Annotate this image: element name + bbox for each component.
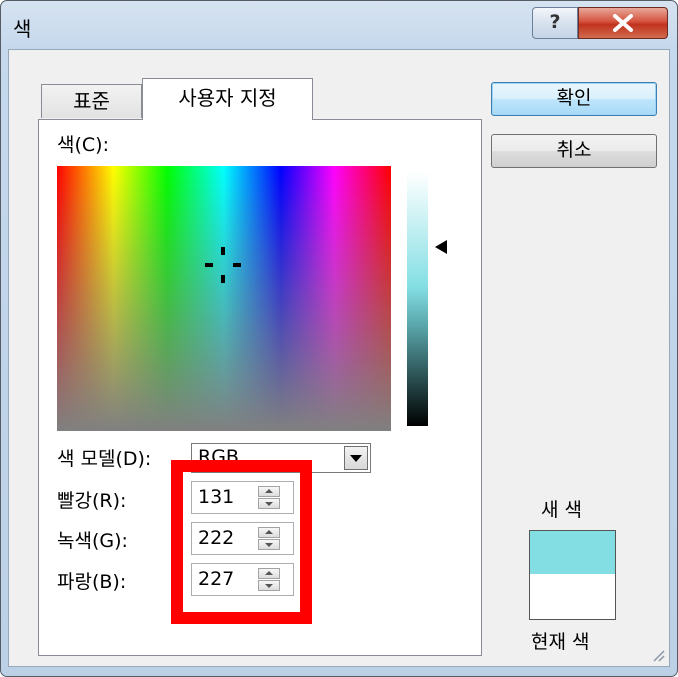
color-spectrum[interactable] bbox=[57, 166, 391, 431]
arrow-up-icon bbox=[265, 489, 273, 493]
red-stepper[interactable]: 131 bbox=[191, 481, 294, 514]
chevron-down-icon bbox=[350, 455, 362, 462]
new-color-label: 새 색 bbox=[541, 499, 582, 521]
help-icon: ? bbox=[549, 11, 561, 33]
blue-stepper[interactable]: 227 bbox=[191, 563, 294, 596]
green-increment-button[interactable] bbox=[258, 527, 280, 538]
arrow-up-icon bbox=[265, 530, 273, 534]
red-increment-button[interactable] bbox=[258, 486, 280, 497]
color-preview bbox=[529, 530, 616, 620]
title-bar[interactable]: 색 ? bbox=[1, 1, 677, 49]
crosshair-icon bbox=[205, 247, 241, 283]
window-title: 색 bbox=[13, 17, 32, 41]
close-icon bbox=[613, 14, 633, 32]
green-stepper[interactable]: 222 bbox=[191, 522, 294, 555]
current-color-label: 현재 색 bbox=[531, 631, 590, 653]
blue-label: 파랑(B): bbox=[57, 571, 127, 593]
green-label: 녹색(G): bbox=[57, 530, 128, 552]
tab-custom[interactable]: 사용자 지정 bbox=[142, 78, 313, 120]
tab-standard[interactable]: 표준 bbox=[41, 84, 142, 118]
dialog-client-area: 표준 사용자 지정 색(C): 색 모델(D): RGB 빨강(R): 131 bbox=[8, 49, 670, 667]
help-button[interactable]: ? bbox=[532, 7, 578, 39]
new-color-swatch bbox=[530, 531, 615, 574]
dropdown-button[interactable] bbox=[344, 446, 368, 470]
arrow-down-icon bbox=[265, 543, 273, 547]
red-decrement-button[interactable] bbox=[258, 498, 280, 509]
luminance-slider[interactable] bbox=[407, 172, 428, 426]
color-model-value: RGB bbox=[198, 446, 239, 468]
blue-value[interactable]: 227 bbox=[198, 568, 234, 590]
arrow-down-icon bbox=[265, 584, 273, 588]
color-label: 색(C): bbox=[57, 130, 109, 157]
green-value[interactable]: 222 bbox=[198, 527, 234, 549]
blue-decrement-button[interactable] bbox=[258, 580, 280, 591]
close-button[interactable] bbox=[578, 7, 668, 39]
red-value[interactable]: 131 bbox=[198, 486, 234, 508]
color-model-select[interactable]: RGB bbox=[191, 443, 371, 473]
resize-grip-icon[interactable] bbox=[651, 648, 665, 662]
ok-button[interactable]: 확인 bbox=[491, 82, 657, 116]
color-label-text: 색(C): bbox=[57, 134, 109, 156]
red-label: 빨강(R): bbox=[57, 490, 127, 512]
arrow-down-icon bbox=[265, 502, 273, 506]
green-decrement-button[interactable] bbox=[258, 539, 280, 550]
luminance-arrow-icon[interactable] bbox=[435, 240, 447, 254]
color-dialog: 색 ? 표준 사용자 지정 색(C): 색 모델(D): RGB 빨강(R): … bbox=[0, 0, 678, 677]
color-model-label: 색 모델(D): bbox=[57, 448, 152, 470]
arrow-up-icon bbox=[265, 571, 273, 575]
current-color-swatch bbox=[530, 574, 615, 619]
cancel-button[interactable]: 취소 bbox=[491, 134, 657, 168]
blue-increment-button[interactable] bbox=[258, 568, 280, 579]
